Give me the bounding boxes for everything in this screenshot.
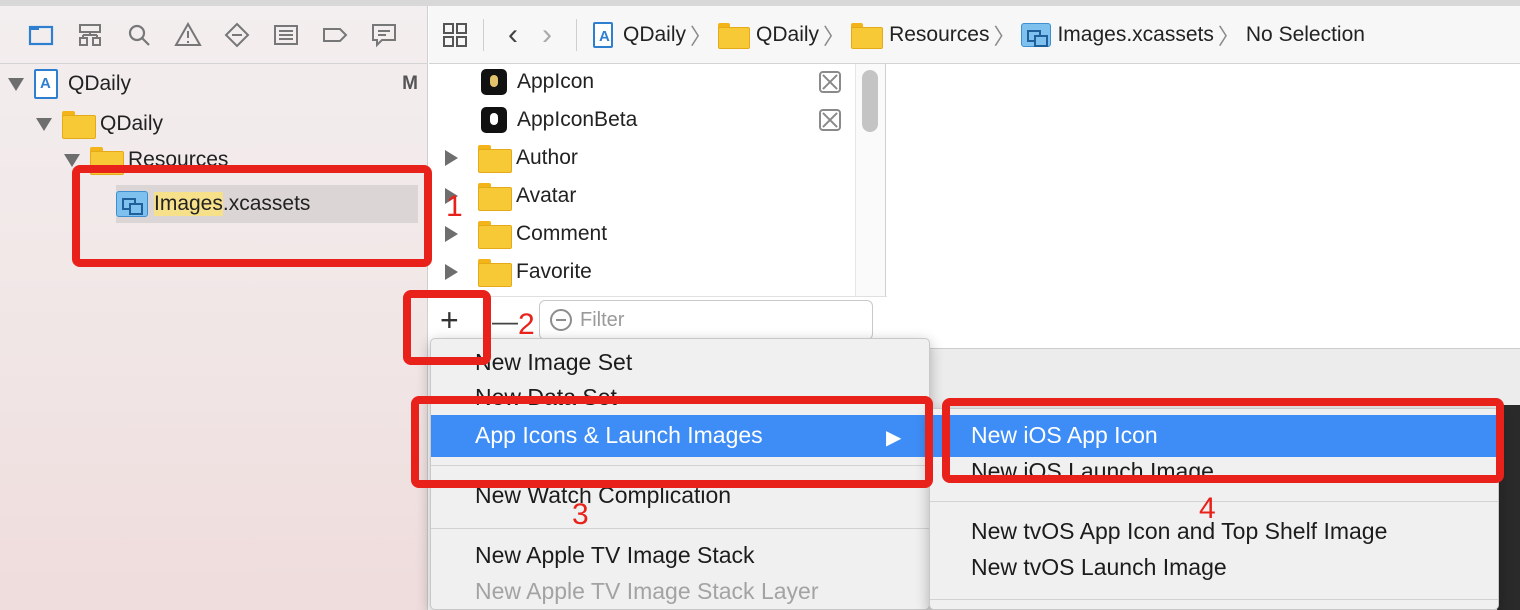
folder-icon xyxy=(62,111,96,139)
disclosure-triangle-icon[interactable] xyxy=(445,264,458,280)
breadcrumb-resources[interactable]: Resources 〉 xyxy=(851,19,1021,51)
asset-row-appiconbeta[interactable]: AppIconBeta xyxy=(481,101,841,139)
asset-label: AppIconBeta xyxy=(517,108,638,131)
asset-label: Favorite xyxy=(516,260,592,283)
jump-bar-separator xyxy=(483,18,484,51)
tree-row-group[interactable]: QDaily xyxy=(36,104,163,144)
filter-placeholder: Filter xyxy=(580,308,625,331)
breadcrumb-label: QDaily xyxy=(623,22,687,46)
breadcrumb-label: Resources xyxy=(889,22,990,46)
test-navigator-icon[interactable] xyxy=(222,20,252,50)
project-label: QDaily xyxy=(68,72,132,95)
annotation-box-2 xyxy=(403,290,491,365)
modified-badge: M xyxy=(402,73,418,94)
breadcrumb-separator-icon: 〉 xyxy=(690,23,713,49)
asset-label: Avatar xyxy=(516,184,577,207)
app-icon-set-icon xyxy=(481,69,507,95)
disclosure-triangle-icon[interactable] xyxy=(36,117,52,131)
folder-icon xyxy=(478,259,512,287)
asset-row-comment[interactable]: Comment xyxy=(445,215,607,253)
folder-icon xyxy=(478,145,512,173)
menu-item-new-tvos-app-icon[interactable]: New tvOS App Icon and Top Shelf Image xyxy=(971,518,1387,545)
breadcrumb-selection[interactable]: No Selection xyxy=(1246,23,1365,47)
disclosure-triangle-icon[interactable] xyxy=(445,150,458,166)
breadcrumb-separator-icon: 〉 xyxy=(823,23,846,49)
debug-navigator-icon[interactable] xyxy=(271,20,301,50)
asset-row-author[interactable]: Author xyxy=(445,139,578,177)
annotation-number-4: 4 xyxy=(1199,492,1216,525)
annotation-box-1 xyxy=(72,165,432,267)
annotation-number-1: 1 xyxy=(446,190,463,223)
disclosure-triangle-icon[interactable] xyxy=(8,77,24,91)
asset-label: AppIcon xyxy=(517,70,595,93)
unassigned-slot-icon xyxy=(819,71,841,93)
unassigned-slot-icon xyxy=(819,109,841,131)
forward-chevron-icon[interactable]: › xyxy=(542,19,552,50)
remove-asset-button[interactable]: — xyxy=(492,304,518,338)
related-items-icon[interactable] xyxy=(441,21,469,49)
breadcrumb-label: No Selection xyxy=(1245,22,1365,46)
report-navigator-icon[interactable] xyxy=(369,20,399,50)
project-navigator-icon[interactable] xyxy=(26,20,56,50)
group-label: QDaily xyxy=(100,112,164,135)
menu-item-new-tvos-launch-image[interactable]: New tvOS Launch Image xyxy=(971,554,1227,581)
asset-label: Author xyxy=(516,146,578,169)
asset-catalog-icon xyxy=(1021,22,1052,47)
asset-row-favorite[interactable]: Favorite xyxy=(445,253,592,291)
folder-icon xyxy=(718,22,751,49)
folder-icon xyxy=(478,221,512,249)
jump-bar-separator xyxy=(576,18,577,51)
breadcrumb-group[interactable]: QDaily 〉 xyxy=(718,19,851,51)
project-file-icon xyxy=(593,21,613,48)
filter-input[interactable]: Filter xyxy=(539,300,873,340)
breadcrumb-separator-icon: 〉 xyxy=(993,23,1016,49)
breadcrumb-project[interactable]: QDaily 〉 xyxy=(593,19,718,51)
breadcrumb-label: QDaily xyxy=(756,22,820,46)
asset-label: Comment xyxy=(516,222,608,245)
menu-item-new-image-set[interactable]: New Image Set xyxy=(475,349,632,376)
find-navigator-icon[interactable] xyxy=(124,20,154,50)
menu-separator xyxy=(930,599,1498,600)
annotation-box-4 xyxy=(942,398,1504,483)
disclosure-triangle-icon[interactable] xyxy=(445,226,458,242)
asset-editor-area xyxy=(887,64,1520,348)
asset-row-avatar[interactable]: Avatar xyxy=(445,177,576,215)
tree-row-project[interactable]: QDaily M xyxy=(8,64,418,104)
annotation-box-3 xyxy=(411,396,933,488)
menu-item-new-apple-tv-image-stack-layer: New Apple TV Image Stack Layer xyxy=(475,578,819,604)
breakpoint-navigator-icon[interactable] xyxy=(320,20,350,50)
issue-navigator-icon[interactable] xyxy=(173,20,203,50)
symbol-navigator-icon[interactable] xyxy=(75,20,105,50)
jump-bar: ‹ › QDaily 〉 QDaily 〉 Resources 〉 Images… xyxy=(429,6,1520,64)
navigator-tab-bar xyxy=(0,6,428,64)
breadcrumb-separator-icon: 〉 xyxy=(1217,23,1240,49)
folder-icon xyxy=(851,22,884,49)
breadcrumb-catalog[interactable]: Images.xcassets 〉 xyxy=(1021,19,1245,51)
annotation-number-3: 3 xyxy=(572,498,589,531)
annotation-number-2: 2 xyxy=(518,308,535,341)
folder-icon xyxy=(478,183,512,211)
breadcrumb-label: Images.xcassets xyxy=(1057,22,1214,46)
project-file-icon xyxy=(34,69,58,99)
back-chevron-icon[interactable]: ‹ xyxy=(508,19,518,50)
app-icon-set-icon xyxy=(481,107,507,133)
menu-separator xyxy=(431,528,929,529)
scrollbar-thumb[interactable] xyxy=(862,70,878,132)
filter-icon xyxy=(550,309,572,331)
menu-item-new-apple-tv-image-stack[interactable]: New Apple TV Image Stack xyxy=(475,542,755,569)
asset-row-appicon[interactable]: AppIcon xyxy=(481,63,841,101)
